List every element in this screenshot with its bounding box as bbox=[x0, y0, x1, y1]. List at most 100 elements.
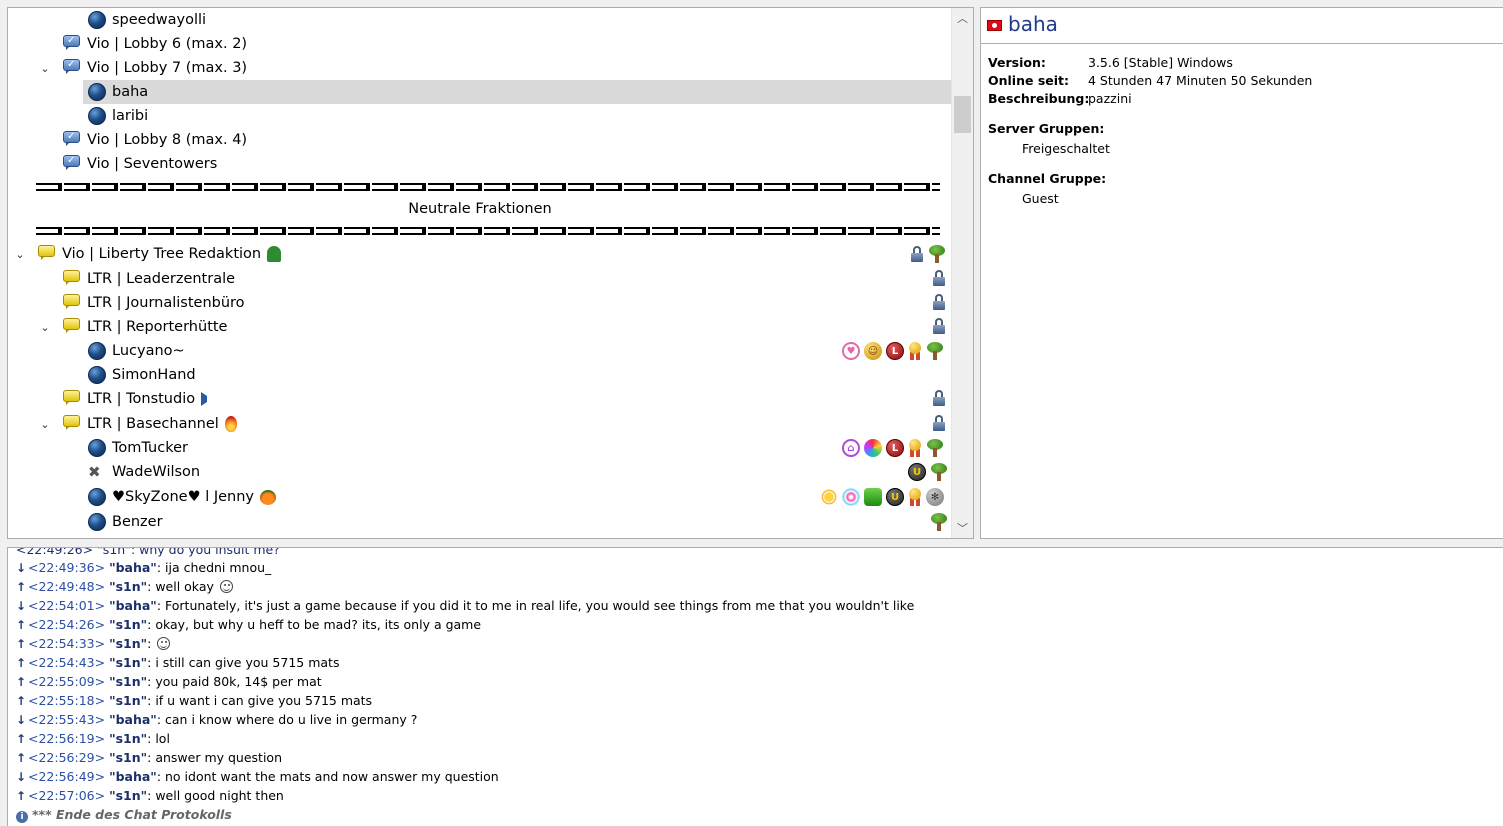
spacer-title[interactable]: Neutrale Fraktionen bbox=[8, 201, 952, 217]
chat-line: ↑ <22:55:09> "s1n": you paid 80k, 14$ per… bbox=[16, 672, 322, 691]
channel-flags bbox=[910, 245, 946, 263]
outgoing-arrow-icon: ↑ bbox=[16, 656, 27, 670]
info-icon: i bbox=[16, 811, 28, 823]
medal-icon bbox=[908, 342, 922, 360]
chat-nickname[interactable]: "s1n" bbox=[109, 579, 147, 594]
grey-emblem-badge-icon: ✻ bbox=[926, 488, 944, 506]
sun-badge-icon bbox=[820, 488, 838, 506]
chat-nickname[interactable]: "s1n" bbox=[109, 655, 147, 670]
tree-client-row[interactable]: laribi bbox=[8, 104, 952, 128]
chat-nickname[interactable]: "s1n" bbox=[109, 693, 147, 708]
chat-message: : you paid 80k, 14$ per mat bbox=[147, 674, 322, 689]
outgoing-arrow-icon: ↑ bbox=[16, 732, 27, 746]
channel-icon bbox=[63, 318, 81, 336]
smiley-icon bbox=[219, 580, 233, 593]
medal-icon bbox=[908, 488, 922, 506]
chat-message: : i still can give you 5715 mats bbox=[147, 655, 340, 670]
yellow-u-badge-icon: U bbox=[908, 463, 926, 481]
chat-line: ↓ <22:54:01> "baha": Fortunately, it's ju… bbox=[16, 596, 914, 615]
chat-line: ↑ <22:49:48> "s1n": well okay bbox=[16, 577, 233, 596]
tree-client-row[interactable]: TomTucker ⌂ L bbox=[8, 436, 952, 460]
chat-nickname[interactable]: "baha" bbox=[109, 598, 157, 613]
chat-log-panel[interactable]: <22:49:26> "s1n": why do you insult me? … bbox=[7, 547, 1503, 826]
description-value: pazzini bbox=[1088, 91, 1132, 106]
tree-channel-row[interactable]: ⌄ ✓ Vio | Lobby 7 (max. 3) bbox=[8, 56, 952, 80]
chat-nickname[interactable]: "s1n" bbox=[109, 617, 147, 632]
chat-end-line: i *** Ende des Chat Protokolls bbox=[16, 805, 232, 824]
channel-name: Vio | Lobby 6 (max. 2) bbox=[87, 36, 248, 52]
chat-nickname[interactable]: "s1n" bbox=[109, 750, 147, 765]
tree-icon bbox=[926, 439, 944, 457]
client-status-icon bbox=[88, 513, 106, 531]
client-name: TomTucker bbox=[112, 440, 188, 456]
chat-timestamp: <22:57:06> bbox=[28, 788, 106, 803]
chat-timestamp: <22:54:43> bbox=[28, 655, 106, 670]
chevron-down-icon[interactable]: ⌄ bbox=[37, 56, 53, 80]
channel-flags bbox=[932, 390, 946, 406]
chat-line: ↓ <22:56:49> "baha": no idont want the ma… bbox=[16, 767, 499, 786]
channel-icon bbox=[63, 415, 81, 433]
tree-channel-row[interactable]: ⌄ LTR | Basechannel bbox=[8, 412, 952, 436]
tree-client-row[interactable]: SimonHand bbox=[8, 363, 952, 387]
chat-nickname[interactable]: "baha" bbox=[109, 712, 157, 727]
tree-channel-row[interactable]: LTR | Leaderzentrale bbox=[8, 267, 952, 291]
spacer-line-top bbox=[36, 183, 940, 191]
scroll-up-arrow-icon[interactable]: ︿ bbox=[952, 8, 973, 28]
chevron-down-icon[interactable]: ⌄ bbox=[37, 315, 53, 339]
chat-message: : lol bbox=[147, 731, 170, 746]
tree-client-row[interactable]: speedwayolli bbox=[8, 8, 952, 32]
chevron-down-icon[interactable]: ⌄ bbox=[37, 412, 53, 436]
channel-icon bbox=[38, 245, 56, 263]
client-status-icon bbox=[88, 439, 106, 457]
tree-icon bbox=[926, 342, 944, 360]
chat-nickname[interactable]: "baha" bbox=[109, 769, 157, 784]
chat-nickname[interactable]: "baha" bbox=[109, 560, 157, 575]
chat-timestamp: <22:49:36> bbox=[28, 560, 106, 575]
chat-line: ↑ <22:55:18> "s1n": if u want i can give … bbox=[16, 691, 372, 710]
client-info-name: baha bbox=[1008, 12, 1058, 36]
speaker-icon bbox=[201, 392, 217, 406]
tree-client-row[interactable]: ♥SkyZone♥ l Jenny U ✻ bbox=[8, 485, 952, 509]
chat-nickname[interactable]: "s1n" bbox=[109, 636, 147, 651]
description-label: Beschreibung: bbox=[988, 91, 1090, 106]
chat-nickname[interactable]: "s1n" bbox=[109, 731, 147, 746]
chat-end-text: *** Ende des Chat Protokolls bbox=[32, 807, 232, 822]
tree-scrollbar[interactable]: ︿ ﹀ bbox=[951, 8, 973, 538]
tree-channel-row[interactable]: ✓ Vio | Seventowers bbox=[8, 152, 952, 176]
tree-channel-row[interactable]: ✓ Vio | Lobby 6 (max. 2) bbox=[8, 32, 952, 56]
tree-icon bbox=[928, 245, 946, 263]
channel-flags bbox=[932, 318, 946, 334]
outgoing-arrow-icon: ↑ bbox=[16, 580, 27, 594]
tree-client-row[interactable]: Lucyano~ ♥ ☺ L bbox=[8, 339, 952, 363]
chevron-down-icon[interactable]: ⌄ bbox=[12, 242, 28, 266]
tree-client-row[interactable]: Benzer bbox=[8, 510, 952, 534]
outgoing-arrow-icon: ↑ bbox=[16, 789, 27, 803]
tree-client-row-selected[interactable]: baha bbox=[8, 80, 960, 104]
tree-client-row[interactable]: ✖ WadeWilson U bbox=[8, 460, 952, 484]
channel-name: LTR | Leaderzentrale bbox=[87, 271, 236, 287]
tree-channel-row[interactable]: ⌄ Vio | Liberty Tree Redaktion bbox=[8, 242, 952, 266]
client-status-icon bbox=[88, 107, 106, 125]
outgoing-arrow-icon: ↑ bbox=[16, 751, 27, 765]
scroll-down-arrow-icon[interactable]: ﹀ bbox=[952, 518, 973, 538]
client-name: WadeWilson bbox=[112, 464, 201, 480]
scroll-thumb[interactable] bbox=[954, 96, 971, 133]
client-status-icon bbox=[88, 83, 106, 101]
chat-nickname[interactable]: "s1n" bbox=[109, 674, 147, 689]
channel-icon bbox=[63, 270, 81, 288]
selection-highlight bbox=[83, 80, 960, 104]
chat-message: : bbox=[147, 636, 152, 651]
tree-icon bbox=[930, 463, 948, 481]
yellow-u-badge-icon: U bbox=[886, 488, 904, 506]
channel-icon: ✓ bbox=[63, 155, 81, 173]
tree-channel-row[interactable]: LTR | Journalistenbüro bbox=[8, 291, 952, 315]
tree-channel-row[interactable]: LTR | Tonstudio bbox=[8, 387, 952, 411]
chat-nickname[interactable]: "s1n" bbox=[109, 788, 147, 803]
channel-icon bbox=[63, 390, 81, 408]
green-bell-icon bbox=[267, 246, 282, 262]
tree-channel-row[interactable]: ✓ Vio | Lobby 8 (max. 4) bbox=[8, 128, 952, 152]
channel-tree-panel[interactable]: speedwayolli ✓ Vio | Lobby 6 (max. 2) ⌄ … bbox=[7, 7, 974, 539]
server-group-item: Freigeschaltet bbox=[1022, 141, 1110, 156]
country-flag-icon bbox=[987, 20, 1002, 31]
tree-channel-row[interactable]: ⌄ LTR | Reporterhütte bbox=[8, 315, 952, 339]
